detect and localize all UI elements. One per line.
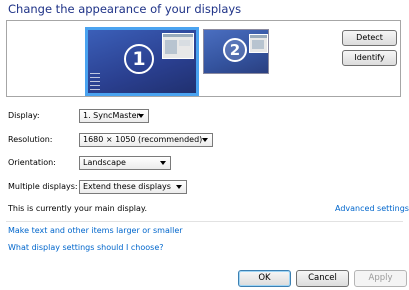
display-select[interactable]: 1. SyncMaster bbox=[79, 109, 149, 123]
chevron-down-icon bbox=[138, 114, 144, 118]
divider bbox=[6, 221, 403, 222]
monitor-2[interactable]: 2 bbox=[203, 29, 269, 74]
desktop-icons bbox=[90, 73, 100, 93]
main-display-status: This is currently your main display. bbox=[8, 204, 148, 213]
orientation-label: Orientation: bbox=[8, 158, 56, 167]
orientation-select[interactable]: Landscape bbox=[79, 156, 171, 170]
monitor-number-1: 1 bbox=[124, 44, 154, 74]
display-label: Display: bbox=[8, 111, 40, 120]
multiple-displays-select[interactable]: Extend these displays bbox=[79, 180, 187, 194]
multiple-displays-label: Multiple displays: bbox=[8, 182, 78, 191]
mini-window-preview bbox=[162, 33, 194, 59]
ok-button[interactable]: OK bbox=[238, 270, 291, 287]
detect-button[interactable]: Detect bbox=[342, 30, 397, 46]
monitor-number-2: 2 bbox=[223, 38, 247, 62]
page-title: Change the appearance of your displays bbox=[8, 2, 242, 16]
multiple-displays-select-value: Extend these displays bbox=[83, 182, 171, 191]
advanced-settings-link[interactable]: Advanced settings bbox=[335, 204, 409, 213]
apply-button[interactable]: Apply bbox=[354, 270, 407, 287]
orientation-select-value: Landscape bbox=[83, 158, 126, 167]
chevron-down-icon bbox=[176, 185, 182, 189]
chevron-down-icon bbox=[160, 161, 166, 165]
display-select-value: 1. SyncMaster bbox=[83, 111, 140, 120]
mini-window-preview bbox=[249, 34, 268, 53]
resolution-label: Resolution: bbox=[8, 135, 53, 144]
resolution-select-value: 1680 × 1050 (recommended) bbox=[83, 135, 203, 144]
display-settings-help-link[interactable]: What display settings should I choose? bbox=[8, 243, 164, 252]
identify-button[interactable]: Identify bbox=[342, 50, 397, 66]
chevron-down-icon bbox=[202, 138, 208, 142]
resolution-select[interactable]: 1680 × 1050 (recommended) bbox=[79, 133, 213, 147]
cancel-button[interactable]: Cancel bbox=[296, 270, 349, 287]
monitor-1[interactable]: 1 bbox=[85, 27, 199, 96]
text-size-link[interactable]: Make text and other items larger or smal… bbox=[8, 226, 183, 235]
